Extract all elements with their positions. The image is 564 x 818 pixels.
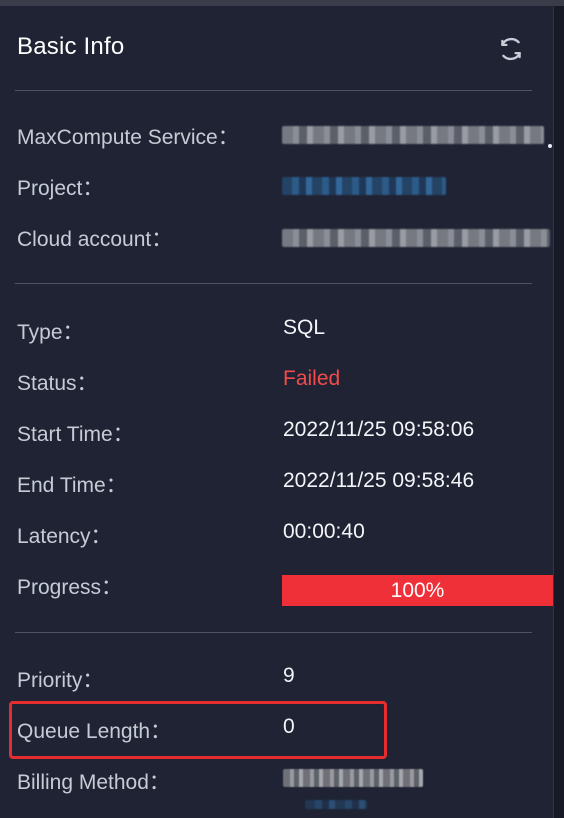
refresh-icon[interactable] (498, 36, 524, 62)
start-time-value: 2022/11/25 09:58:06 (283, 418, 475, 441)
start-time-label: Start Time： (17, 423, 134, 446)
project-value-redacted (282, 177, 446, 195)
status-label: Status： (17, 372, 98, 395)
queue-length-value: 0 (283, 715, 295, 738)
progress-bar: 100% (282, 575, 553, 606)
project-label: Project： (17, 177, 104, 200)
progress-text: 100% (390, 578, 445, 602)
priority-label: Priority： (17, 669, 104, 692)
type-label: Type： (17, 321, 84, 344)
priority-value: 9 (283, 664, 295, 687)
billing-method-value-redacted (283, 769, 423, 787)
divider-top (15, 90, 532, 91)
divider-bottom (15, 632, 532, 633)
cloud-account-value-redacted (282, 229, 550, 247)
latency-value: 00:00:40 (283, 520, 365, 543)
status-value: Failed (283, 367, 341, 390)
divider-middle (15, 283, 532, 284)
billing-method-redaction-extra (305, 800, 367, 809)
right-scroll-area (554, 6, 564, 818)
redaction-dot (548, 144, 552, 148)
maxcompute-service-value-redacted (282, 126, 544, 144)
end-time-value: 2022/11/25 09:58:46 (283, 469, 475, 492)
type-value: SQL (283, 316, 326, 339)
panel-title: Basic Info (17, 33, 125, 60)
queue-length-label: Queue Length： (17, 720, 172, 743)
cloud-account-label: Cloud account： (17, 228, 173, 251)
end-time-label: End Time： (17, 474, 127, 497)
progress-label: Progress： (17, 576, 123, 599)
basic-info-panel: Basic Info MaxCompute Service： Project： … (0, 6, 554, 818)
billing-method-label: Billing Method： (17, 771, 170, 794)
latency-label: Latency： (17, 525, 112, 548)
maxcompute-service-label: MaxCompute Service： (17, 126, 239, 149)
